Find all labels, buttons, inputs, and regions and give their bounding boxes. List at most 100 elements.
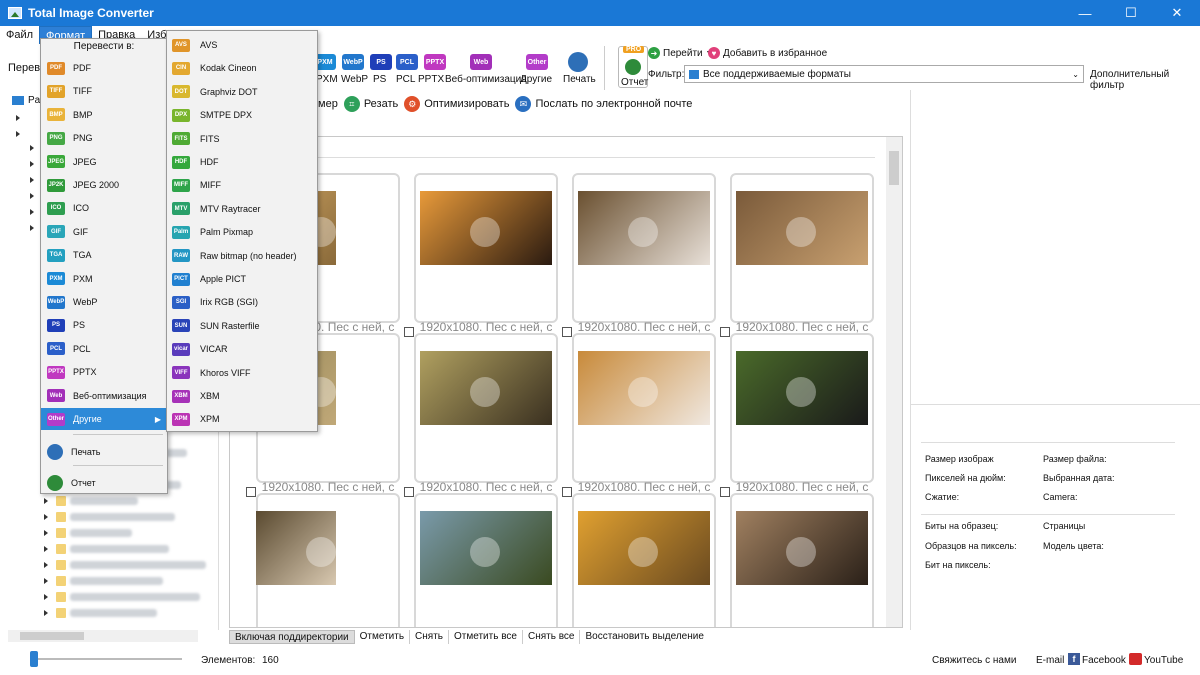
format-menu-item-ps[interactable]: PS PS	[41, 314, 167, 336]
folder-name-blurred[interactable]	[70, 577, 163, 585]
gallery-scrollbar[interactable]	[886, 137, 902, 627]
thumbnail-card[interactable]	[414, 173, 558, 323]
tree-expand-arrow[interactable]	[44, 610, 48, 616]
uncheck-button[interactable]: Снять	[410, 630, 449, 644]
facebook-link[interactable]: Facebook	[1082, 655, 1126, 666]
tree-expand-arrow[interactable]	[44, 594, 48, 600]
other-format-item-dot[interactable]: DOT Graphviz DOT	[167, 81, 317, 103]
tree-expand-arrow[interactable]	[30, 161, 34, 167]
close-icon[interactable]: ✕	[1154, 0, 1200, 26]
format-icon-ps[interactable]: PS	[370, 54, 392, 70]
other-format-item-dpx[interactable]: DPX SMTPE DPX	[167, 104, 317, 126]
format-icon-other[interactable]: Other	[526, 54, 548, 70]
thumbnail-card[interactable]	[414, 493, 558, 627]
format-menu-item-pptx[interactable]: PPTX PPTX	[41, 361, 167, 383]
format-button-label[interactable]: PS	[373, 74, 386, 85]
thumbnail-card[interactable]	[572, 173, 716, 323]
other-format-item-sgi[interactable]: SGI Irix RGB (SGI)	[167, 291, 317, 313]
folder-name-blurred[interactable]	[70, 529, 132, 537]
format-menu-item-gif[interactable]: GIF GIF	[41, 221, 167, 243]
check-button[interactable]: Отметить	[355, 630, 411, 644]
format-menu-item-tiff[interactable]: TIFF TIFF	[41, 80, 167, 102]
email-button[interactable]: ✉ Послать по электронной почте	[515, 96, 692, 112]
tree-expand-arrow[interactable]	[30, 145, 34, 151]
extra-filter-link[interactable]: Дополнительный фильтр	[1090, 69, 1200, 91]
format-menu-item-other[interactable]: Other Другие ▶	[41, 408, 167, 430]
facebook-icon[interactable]: f	[1068, 653, 1080, 665]
other-format-item-raw[interactable]: RAW Raw bitmap (no header)	[167, 245, 317, 267]
format-button-label[interactable]: Веб-оптимизация	[445, 74, 527, 85]
format-menu-item-pxm[interactable]: PXM PXM	[41, 268, 167, 290]
format-menu-item-webp[interactable]: WebP WebP	[41, 291, 167, 313]
filter-select[interactable]: Все поддерживаемые форматы ⌄	[684, 65, 1084, 83]
format-button-label[interactable]: PPTX	[418, 74, 444, 85]
thumbnail-card[interactable]	[572, 333, 716, 483]
format-menu-print[interactable]: Печать	[41, 441, 167, 463]
minimize-icon[interactable]: —	[1062, 0, 1108, 26]
other-format-item-sun[interactable]: SUN SUN Rasterfile	[167, 315, 317, 337]
format-button-label[interactable]: PCL	[396, 74, 415, 85]
pro-report-group[interactable]: PRO Отчет	[618, 46, 648, 88]
thumbnail-card[interactable]	[414, 333, 558, 483]
format-icon-web[interactable]: Web	[470, 54, 492, 70]
format-button-label[interactable]: Другие	[520, 74, 552, 85]
tree-expand-arrow[interactable]	[16, 131, 20, 137]
tree-expand-arrow[interactable]	[44, 546, 48, 552]
format-icon-webp[interactable]: WebP	[342, 54, 364, 70]
format-menu-item-ico[interactable]: ICO ICO	[41, 197, 167, 219]
other-format-item-palm[interactable]: Palm Palm Pixmap	[167, 221, 317, 243]
format-menu-item-bmp[interactable]: BMP BMP	[41, 104, 167, 126]
format-menu-item-jp2k[interactable]: JP2K JPEG 2000	[41, 174, 167, 196]
tree-expand-arrow[interactable]	[44, 514, 48, 520]
format-menu-item-png[interactable]: PNG PNG	[41, 127, 167, 149]
folder-name-blurred[interactable]	[70, 545, 169, 553]
contact-link[interactable]: Свяжитесь с нами	[932, 655, 1016, 666]
folder-name-blurred[interactable]	[70, 561, 206, 569]
zoom-slider[interactable]	[32, 658, 182, 660]
format-button-label[interactable]: WebP	[341, 74, 368, 85]
crop-button[interactable]: ⌗ Резать	[343, 96, 398, 112]
other-format-item-vicar[interactable]: vicar VICAR	[167, 338, 317, 360]
tree-expand-arrow[interactable]	[30, 209, 34, 215]
format-menu-item-pcl[interactable]: PCL PCL	[41, 338, 167, 360]
tree-expand-arrow[interactable]	[30, 225, 34, 231]
scrollbar-thumb[interactable]	[889, 151, 899, 185]
format-icon-pptx[interactable]: PPTX	[424, 54, 446, 70]
tree-expand-arrow[interactable]	[44, 562, 48, 568]
folder-name-blurred[interactable]	[70, 497, 138, 505]
tree-expand-arrow[interactable]	[30, 193, 34, 199]
zoom-slider-handle[interactable]	[30, 651, 38, 667]
maximize-icon[interactable]: ☐	[1108, 0, 1154, 26]
format-menu-item-jpeg[interactable]: JPEG JPEG	[41, 151, 167, 173]
youtube-icon[interactable]	[1129, 653, 1142, 665]
goto-button[interactable]: ➜ Перейти ▼	[648, 47, 713, 59]
format-button-label[interactable]: PXM	[316, 74, 338, 85]
include-subdirs-tab[interactable]: Включая поддиректории	[229, 630, 355, 644]
email-link[interactable]: E-mail	[1036, 655, 1064, 666]
tree-expand-arrow[interactable]	[16, 115, 20, 121]
youtube-link[interactable]: YouTube	[1144, 655, 1183, 666]
tree-expand-arrow[interactable]	[30, 177, 34, 183]
other-format-item-fits[interactable]: FITS FITS	[167, 128, 317, 150]
tree-expand-arrow[interactable]	[44, 530, 48, 536]
tree-expand-arrow[interactable]	[44, 578, 48, 584]
other-format-item-mtv[interactable]: MTV MTV Raytracer	[167, 198, 317, 220]
other-format-item-cin[interactable]: CIN Kodak Cineon	[167, 57, 317, 79]
format-menu-item-pdf[interactable]: PDF PDF	[41, 57, 167, 79]
other-format-item-xbm[interactable]: XBM XBM	[167, 385, 317, 407]
folder-name-blurred[interactable]	[70, 593, 200, 601]
folder-name-blurred[interactable]	[70, 513, 175, 521]
thumbnail-card[interactable]	[572, 493, 716, 627]
other-format-item-hdf[interactable]: HDF HDF	[167, 151, 317, 173]
other-format-item-pict[interactable]: PICT Apple PICT	[167, 268, 317, 290]
format-menu-item-tga[interactable]: TGA TGA	[41, 244, 167, 266]
optimize-button[interactable]: ⚙ Оптимизировать	[404, 96, 509, 112]
restore-selection-button[interactable]: Восстановить выделение	[580, 630, 708, 644]
format-menu-item-web[interactable]: Web Веб-оптимизация	[41, 385, 167, 407]
check-all-button[interactable]: Отметить все	[449, 630, 523, 644]
menu-file[interactable]: Файл	[0, 26, 39, 44]
folder-name-blurred[interactable]	[70, 609, 157, 617]
other-format-item-avs[interactable]: AVS AVS	[167, 34, 317, 56]
print-button[interactable]: Печать	[563, 48, 596, 90]
other-format-item-miff[interactable]: MIFF MIFF	[167, 174, 317, 196]
